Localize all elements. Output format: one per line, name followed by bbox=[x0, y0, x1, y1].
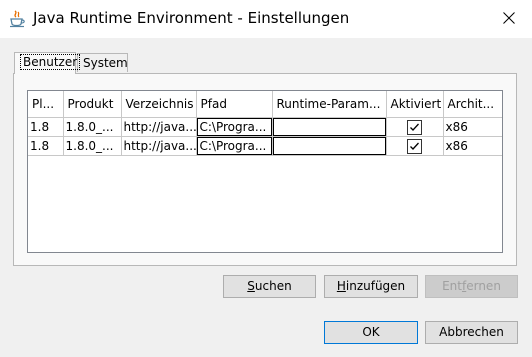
search-button-label-post: uchen bbox=[254, 279, 292, 293]
tab-system[interactable]: System bbox=[77, 53, 128, 72]
table-row[interactable]: 1.8 1.8.0_... http://java... C:\Progra..… bbox=[28, 117, 502, 137]
column-header-platform[interactable]: Pl... bbox=[28, 91, 64, 118]
remove-button-label-post: ernen bbox=[466, 279, 501, 293]
tab-system-label: System bbox=[83, 56, 128, 70]
ok-button[interactable]: OK bbox=[324, 321, 418, 344]
cell-location[interactable]: http://java... bbox=[121, 117, 197, 137]
runtime-params-field[interactable] bbox=[272, 118, 385, 136]
column-header-location[interactable]: Verzeichnis bbox=[121, 91, 197, 118]
column-header-path[interactable]: Pfad bbox=[196, 91, 273, 118]
cell-product[interactable]: 1.8.0_... bbox=[63, 136, 122, 156]
title-bar: Java Runtime Environment - Einstellungen bbox=[0, 0, 532, 38]
cell-architecture[interactable]: x86 bbox=[443, 117, 502, 137]
cell-location[interactable]: http://java... bbox=[121, 136, 197, 156]
jre-table: Pl... Produkt Verzeichnis Pfad Runtime-P… bbox=[27, 90, 503, 253]
cell-path[interactable]: C:\Progra... bbox=[196, 136, 273, 156]
cell-runtime-params[interactable] bbox=[272, 117, 387, 137]
add-button[interactable]: Hinzufügen bbox=[324, 275, 418, 298]
cell-platform[interactable]: 1.8 bbox=[28, 136, 64, 156]
search-button[interactable]: Suchen bbox=[223, 275, 316, 298]
runtime-params-field[interactable] bbox=[272, 137, 385, 155]
table-header: Pl... Produkt Verzeichnis Pfad Runtime-P… bbox=[28, 91, 502, 118]
checkmark-icon bbox=[410, 123, 419, 131]
java-icon bbox=[9, 10, 25, 28]
add-button-label-post: inzufügen bbox=[345, 279, 406, 293]
cell-runtime-params[interactable] bbox=[272, 136, 387, 156]
cell-enabled[interactable] bbox=[386, 117, 444, 137]
cell-architecture[interactable]: x86 bbox=[443, 136, 502, 156]
remove-button-label-pre: Ent bbox=[442, 279, 462, 293]
enabled-checkbox[interactable] bbox=[407, 120, 422, 135]
close-button[interactable] bbox=[486, 0, 532, 38]
add-button-mnemonic: H bbox=[336, 279, 346, 293]
remove-button[interactable]: Entfernen bbox=[425, 275, 518, 298]
tab-benutzer-label: Benutzer bbox=[20, 54, 81, 70]
tab-benutzer[interactable]: Benutzer bbox=[14, 52, 81, 74]
path-field[interactable]: C:\Progra... bbox=[196, 118, 271, 136]
cell-enabled[interactable] bbox=[386, 136, 444, 156]
column-header-runtime-params[interactable]: Runtime-Param... bbox=[272, 91, 387, 118]
column-header-product[interactable]: Produkt bbox=[63, 91, 122, 118]
column-header-architecture[interactable]: Archit... bbox=[443, 91, 502, 118]
table-row[interactable]: 1.8 1.8.0_... http://java... C:\Progra..… bbox=[28, 136, 502, 156]
path-field[interactable]: C:\Progra... bbox=[196, 137, 271, 155]
search-button-mnemonic: S bbox=[247, 279, 255, 293]
cell-path[interactable]: C:\Progra... bbox=[196, 117, 273, 137]
checkmark-icon bbox=[410, 142, 419, 150]
cancel-button[interactable]: Abbrechen bbox=[425, 321, 518, 344]
column-header-enabled[interactable]: Aktiviert bbox=[386, 91, 444, 118]
close-icon bbox=[503, 11, 515, 27]
window-title: Java Runtime Environment - Einstellungen bbox=[33, 9, 350, 27]
cell-platform[interactable]: 1.8 bbox=[28, 117, 64, 137]
enabled-checkbox[interactable] bbox=[407, 139, 422, 154]
cell-product[interactable]: 1.8.0_... bbox=[63, 117, 122, 137]
